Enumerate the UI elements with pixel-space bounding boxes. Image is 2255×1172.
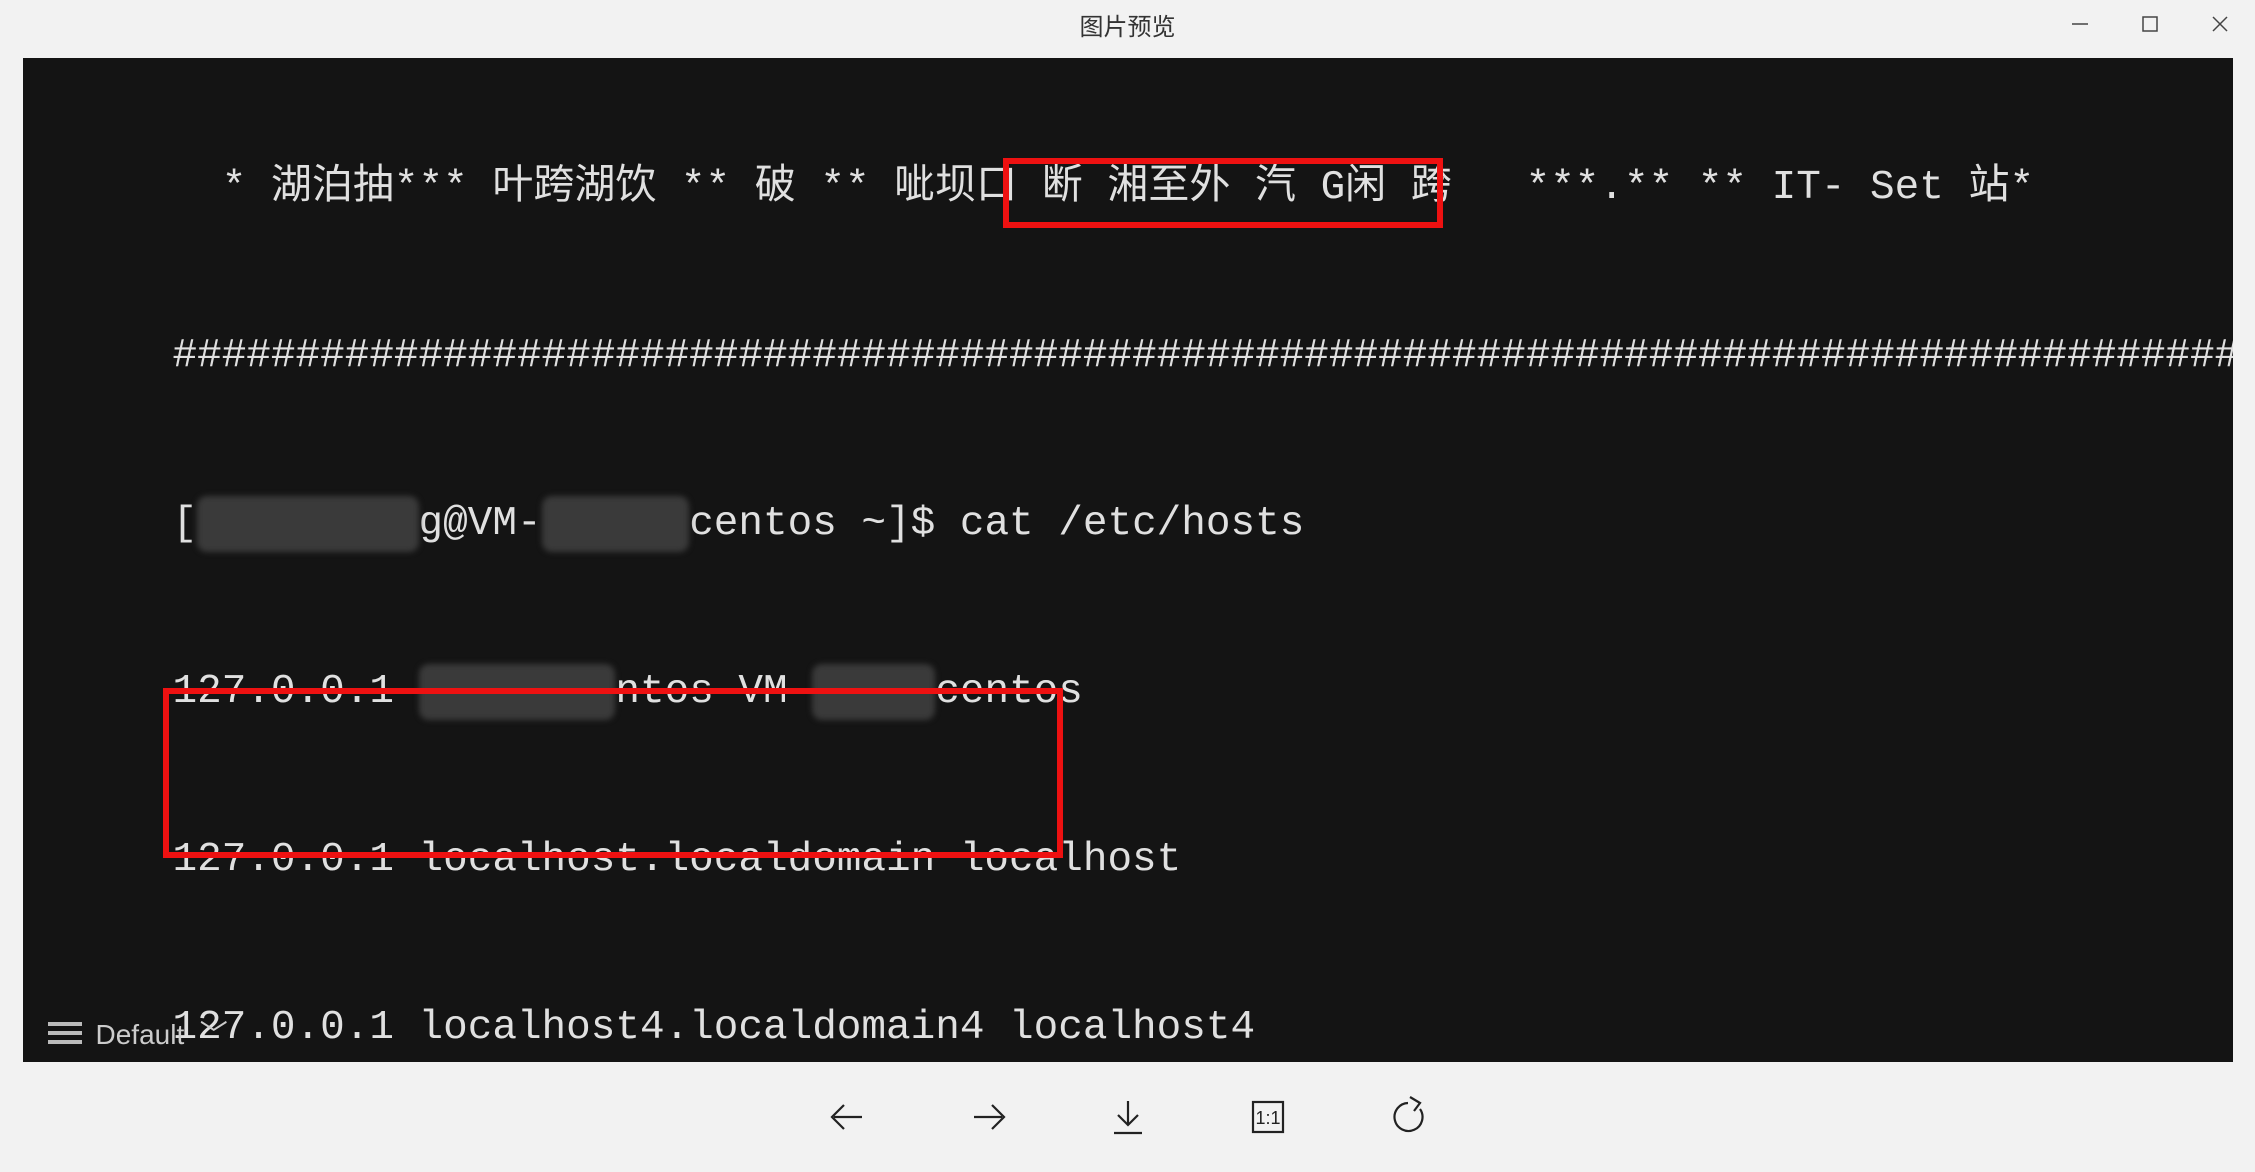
- redacted-host: xxxxxx: [542, 496, 690, 552]
- maximize-button[interactable]: [2115, 0, 2185, 48]
- titlebar: 图片预览: [0, 0, 2255, 48]
- highlight-box-custom-hosts: [163, 688, 1063, 858]
- profile-dropdown[interactable]: Default ﹀: [96, 1013, 228, 1053]
- hash-separator: ########################################…: [173, 328, 2233, 384]
- hosts-line-3: 127.0.0.1 localhost4.localdomain4 localh…: [173, 1000, 2233, 1056]
- chevron-down-icon: ﹀: [200, 1013, 228, 1053]
- prev-button[interactable]: [823, 1092, 873, 1142]
- window-controls: [2045, 0, 2255, 48]
- preview-toolbar: 1:1: [0, 1062, 2255, 1172]
- window-title: 图片预览: [1080, 7, 1176, 42]
- next-button[interactable]: [963, 1092, 1013, 1142]
- prompt-line-1: [xxxxxxxxxg@VM-xxxxxxcentos ~]$ cat /etc…: [173, 496, 2233, 552]
- minimize-button[interactable]: [2045, 0, 2115, 48]
- hamburger-icon[interactable]: [48, 1022, 82, 1044]
- actual-size-button[interactable]: 1:1: [1243, 1092, 1293, 1142]
- command-cat-hosts: cat /etc/hosts: [935, 501, 1304, 547]
- content-area: * 湖泊抽*** 叶跨湖饮 ** 破 ** 呲坝口 断 湘至外 汽 G闲 跨 *…: [0, 48, 2255, 1062]
- redacted-user: xxxxxxxxx: [197, 496, 418, 552]
- previewed-image[interactable]: * 湖泊抽*** 叶跨湖饮 ** 破 ** 呲坝口 断 湘至外 汽 G闲 跨 *…: [23, 58, 2233, 1062]
- highlight-box-command: [1003, 158, 1443, 228]
- terminal-status-bar: Default ﹀: [48, 1013, 228, 1053]
- svg-text:1:1: 1:1: [1255, 1108, 1280, 1128]
- image-preview-window: 图片预览 * 湖泊抽*** 叶跨湖饮 ** 破 ** 呲坝口 断 湘至外 汽 G…: [0, 0, 2255, 1172]
- rotate-button[interactable]: [1383, 1092, 1433, 1142]
- close-button[interactable]: [2185, 0, 2255, 48]
- download-button[interactable]: [1103, 1092, 1153, 1142]
